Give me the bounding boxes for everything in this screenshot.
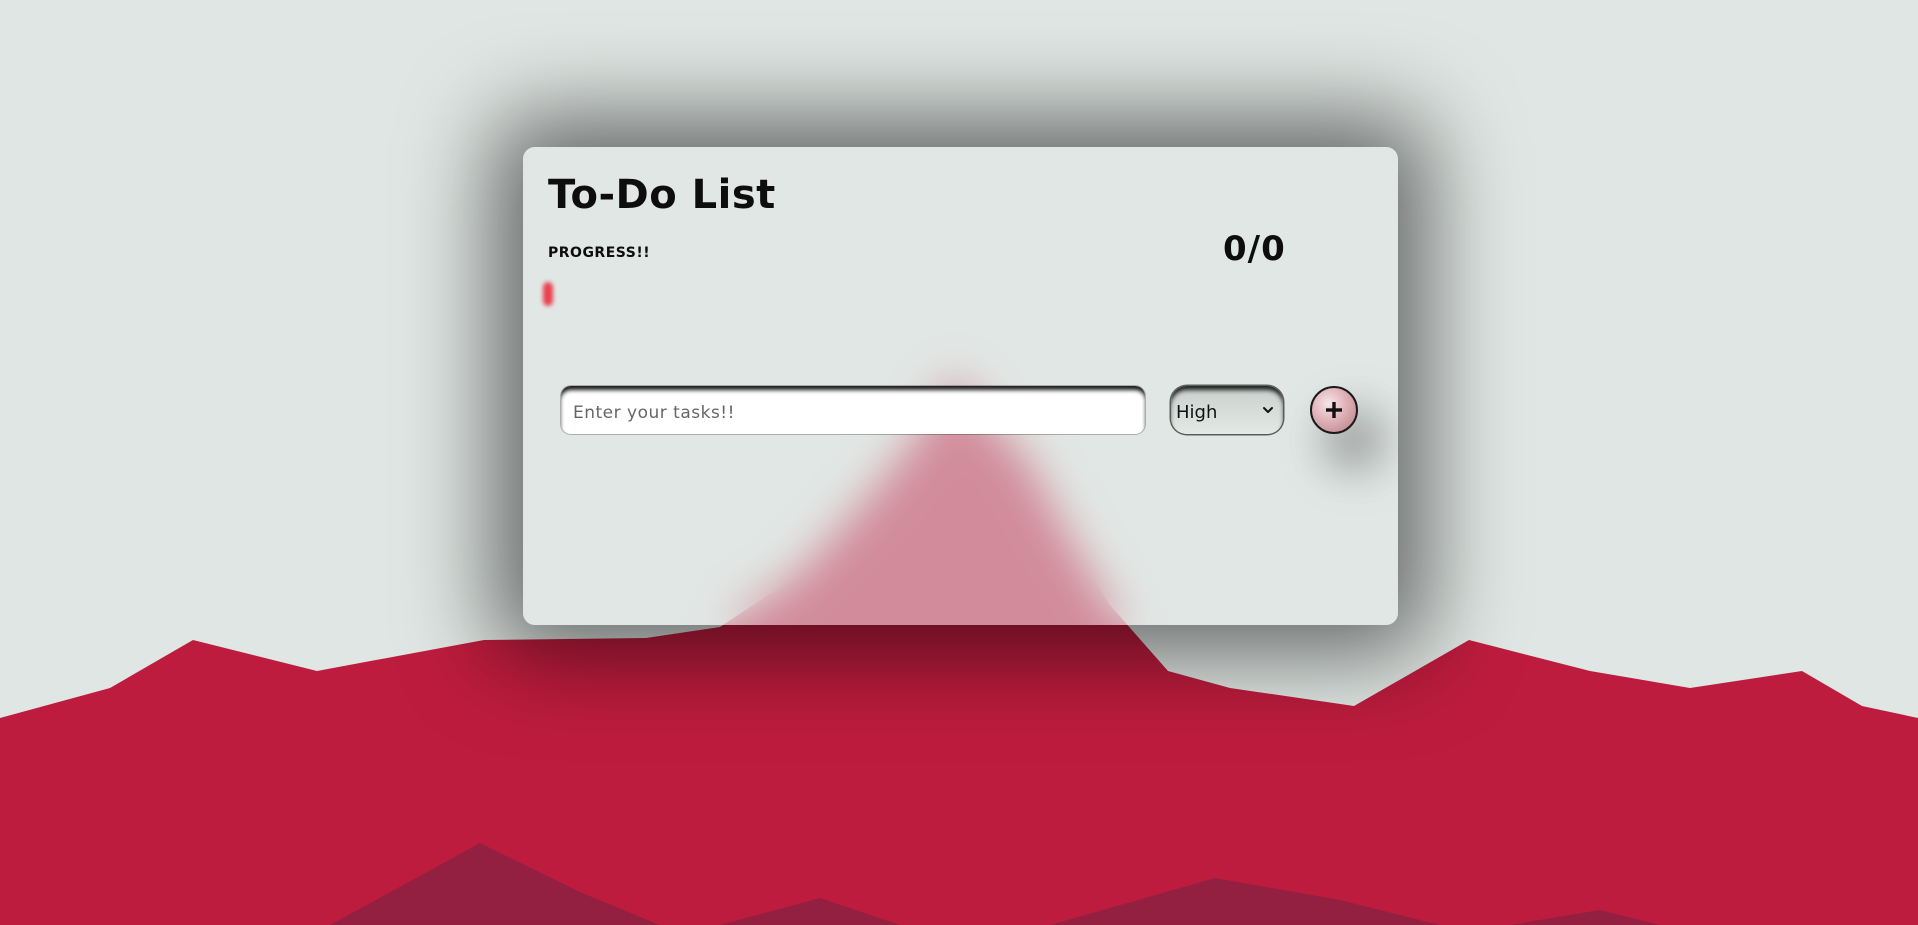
task-input[interactable] [561, 386, 1145, 434]
progress-counter: 0/0 [1223, 229, 1286, 269]
add-task-button[interactable] [1310, 386, 1358, 434]
plus-icon [1325, 401, 1343, 419]
page-title: To-Do List [548, 172, 776, 218]
progress-bar-fill [543, 282, 553, 306]
priority-select[interactable]: High [1171, 386, 1283, 434]
todo-card: To-Do List PROGRESS!! 0/0 High [523, 147, 1398, 625]
progress-label: PROGRESS!! [548, 245, 651, 261]
priority-dropdown[interactable]: High [1171, 386, 1283, 434]
progress-bar [543, 282, 1343, 306]
